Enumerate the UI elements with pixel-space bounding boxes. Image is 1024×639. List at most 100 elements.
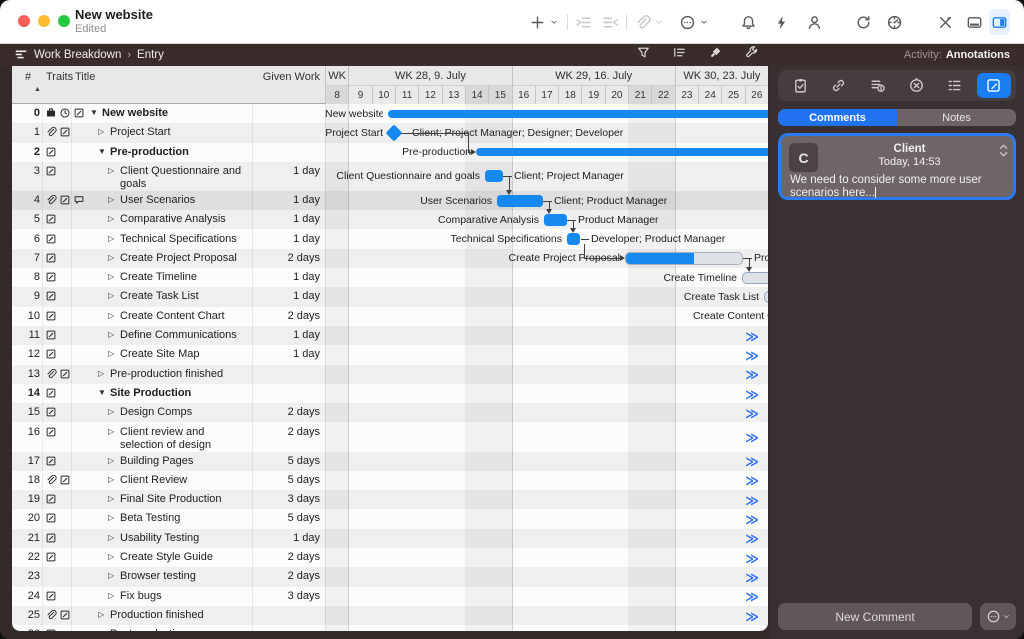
breadcrumb-mode[interactable]: Entry [137,49,164,61]
disclosure-triangle[interactable]: ▷ [108,311,114,320]
gantt-task-bar[interactable] [485,170,503,182]
disclosure-triangle[interactable]: ▷ [108,475,114,484]
disclosure-triangle[interactable]: ▷ [98,127,104,136]
disclosure-triangle[interactable]: ▷ [108,272,114,281]
offscreen-bar-indicator[interactable]: ≫ [739,329,765,345]
disclosure-triangle[interactable]: ▷ [108,166,114,175]
task-title[interactable]: Beta Testing [120,512,250,525]
gantt-group-bar[interactable] [476,148,768,156]
disclosure-triangle[interactable]: ▼ [90,108,98,117]
task-title[interactable]: Client review and selection of design [120,426,250,452]
attachment-icon[interactable] [634,9,651,35]
inspector-tab-link-icon[interactable] [822,73,856,98]
disclosure-triangle[interactable]: ▷ [108,494,114,503]
indent-icon[interactable] [575,9,592,35]
offscreen-bar-indicator[interactable]: ≫ [739,387,765,403]
disclosure-triangle[interactable]: ▷ [108,253,114,262]
column-header-traits[interactable]: Traits [46,71,73,83]
inspector-tab-fields-icon[interactable] [938,73,972,98]
gantt-planned-bar[interactable] [764,291,768,303]
disclosure-triangle[interactable]: ▷ [98,369,104,378]
person-icon[interactable] [806,9,823,35]
task-title[interactable]: Browser testing [120,570,250,583]
offscreen-bar-indicator[interactable]: ≫ [739,493,765,509]
settings-wrench-icon[interactable] [744,45,759,65]
filter-icon[interactable] [636,45,651,65]
task-title[interactable]: Create Site Map [120,348,250,361]
panel-bottom-icon[interactable] [966,9,983,35]
gantt-task-bar[interactable] [497,195,543,207]
task-title[interactable]: Production finished [110,609,250,622]
gantt-planned-bar[interactable] [742,272,768,284]
inspector-tab-cost-icon[interactable] [861,73,895,98]
new-comment-button[interactable]: New Comment [778,603,972,630]
minimize-button[interactable] [38,15,50,27]
task-title[interactable]: Pre-production finished [110,368,250,381]
gantt-task-bar[interactable] [567,233,580,245]
bolt-icon[interactable] [773,9,790,35]
disclosure-triangle[interactable]: ▷ [98,629,104,631]
add-icon[interactable] [529,9,546,35]
column-header-title[interactable]: Title [75,71,95,83]
gantt-progress-bar[interactable] [625,252,743,265]
task-title[interactable]: Client Review [120,474,250,487]
disclosure-triangle[interactable]: ▼ [98,388,106,397]
more-circle-icon[interactable] [679,9,696,35]
disclosure-triangle[interactable]: ▷ [108,533,114,542]
chevron-down-icon[interactable] [549,9,559,35]
chevron-down-icon[interactable] [654,9,664,35]
task-title[interactable]: Comparative Analysis [120,213,250,226]
disclosure-triangle[interactable]: ▷ [108,214,114,223]
disclosure-triangle[interactable]: ▷ [108,591,114,600]
offscreen-bar-indicator[interactable]: ≫ [739,454,765,470]
task-title[interactable]: New website [102,107,250,120]
format-brush-icon[interactable] [708,45,723,65]
offscreen-bar-indicator[interactable]: ≫ [739,570,765,586]
disclosure-triangle[interactable]: ▷ [108,195,114,204]
column-header-num[interactable]: # [25,71,31,83]
task-title[interactable]: Usability Testing [120,532,250,545]
comment-card[interactable]: C Client Today, 14:53 We need to conside… [778,133,1016,200]
task-title[interactable]: Client Questionnaire and goals [120,165,250,191]
gantt-task-bar[interactable] [544,214,567,226]
activity-gauge-icon[interactable] [886,9,903,35]
task-title[interactable]: Site Production [110,387,250,400]
offscreen-bar-indicator[interactable]: ≫ [739,367,765,383]
task-title[interactable]: Fix bugs [120,590,250,603]
bell-icon[interactable] [740,9,757,35]
comment-text[interactable]: We need to consider some more user scena… [790,174,1005,199]
close-button[interactable] [18,15,30,27]
disclosure-triangle[interactable]: ▷ [108,427,114,436]
tab-notes[interactable]: Notes [897,109,1016,126]
tools-icon[interactable] [937,9,954,35]
task-title[interactable]: Building Pages [120,455,250,468]
inspector-tab-edit-icon[interactable] [977,73,1011,98]
disclosure-triangle[interactable]: ▷ [108,234,114,243]
column-header-work[interactable]: Given Work [252,71,320,83]
task-title[interactable]: Post-production [110,628,250,631]
disclosure-triangle[interactable]: ▷ [108,330,114,339]
task-title[interactable]: Define Communications [120,329,250,342]
offscreen-bar-indicator[interactable]: ≫ [739,430,765,446]
offscreen-bar-indicator[interactable]: ≫ [739,512,765,528]
task-title[interactable]: Technical Specifications [120,233,250,246]
zoom-button[interactable] [58,15,70,27]
chevron-down-icon[interactable] [699,9,709,35]
task-title[interactable]: Create Style Guide [120,551,250,564]
tab-comments[interactable]: Comments [778,109,897,126]
gantt-group-bar[interactable] [388,110,768,118]
inspector-tab-progress-icon[interactable] [899,73,933,98]
offscreen-bar-indicator[interactable]: ≫ [739,348,765,364]
disclosure-triangle[interactable]: ▼ [98,147,106,156]
disclosure-triangle[interactable]: ▷ [108,552,114,561]
task-title[interactable]: Create Content Chart [120,310,250,323]
task-title[interactable]: Project Start [110,126,250,139]
task-title[interactable]: Pre-production [110,146,250,159]
breadcrumb[interactable]: Work Breakdown › Entry [14,44,164,66]
inspector-tab-checklist-icon[interactable] [783,73,817,98]
task-title[interactable]: Create Project Proposal [120,252,250,265]
disclosure-triangle[interactable]: ▷ [108,407,114,416]
task-title[interactable]: Final Site Production [120,493,250,506]
offscreen-bar-indicator[interactable]: ≫ [739,406,765,422]
comment-options-button[interactable] [980,603,1016,630]
